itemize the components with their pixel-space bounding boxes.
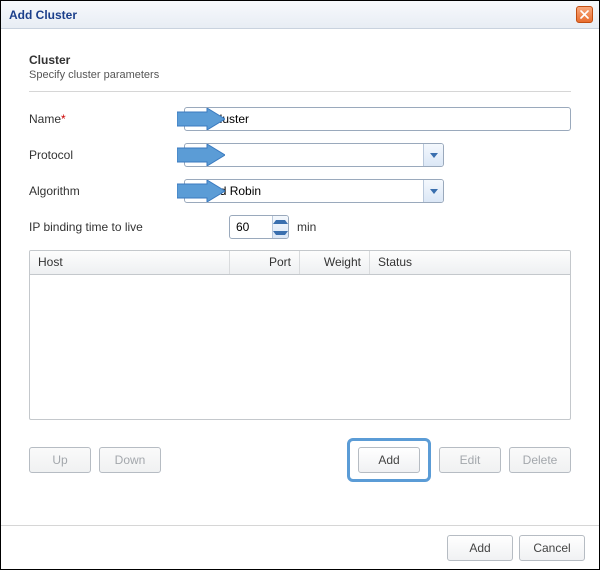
col-port[interactable]: Port <box>230 251 300 274</box>
ttl-up-button[interactable] <box>273 216 288 227</box>
chevron-down-icon <box>430 189 438 194</box>
col-host[interactable]: Host <box>30 251 230 274</box>
row-name: Name* <box>29 106 571 132</box>
footer-cancel-button[interactable]: Cancel <box>519 535 585 561</box>
add-cluster-dialog: Add Cluster Cluster Specify cluster para… <box>0 0 600 570</box>
name-input[interactable] <box>184 107 571 131</box>
section-subheading: Specify cluster parameters <box>29 69 571 81</box>
algorithm-dropdown-button[interactable] <box>423 180 443 202</box>
table-body <box>30 275 570 419</box>
footer-add-button[interactable]: Add <box>447 535 513 561</box>
ttl-spinner[interactable] <box>229 215 289 239</box>
col-weight[interactable]: Weight <box>300 251 370 274</box>
up-button[interactable]: Up <box>29 447 91 473</box>
ttl-label: IP binding time to live <box>29 220 229 234</box>
dialog-title: Add Cluster <box>9 8 77 22</box>
ttl-down-button[interactable] <box>273 227 288 238</box>
algorithm-value[interactable] <box>184 179 444 203</box>
chevron-down-icon <box>273 231 288 235</box>
delete-button[interactable]: Delete <box>509 447 571 473</box>
hosts-table: Host Port Weight Status <box>29 250 571 420</box>
protocol-label: Protocol <box>29 148 184 162</box>
protocol-select[interactable] <box>184 143 444 167</box>
protocol-dropdown-button[interactable] <box>423 144 443 166</box>
row-protocol: Protocol <box>29 142 571 168</box>
edit-button[interactable]: Edit <box>439 447 501 473</box>
chevron-down-icon <box>430 153 438 158</box>
table-header: Host Port Weight Status <box>30 251 570 275</box>
dialog-footer: Add Cancel <box>1 525 599 569</box>
col-status[interactable]: Status <box>370 251 570 274</box>
table-buttons: Up Down Add Edit Delete <box>29 438 571 482</box>
titlebar: Add Cluster <box>1 1 599 29</box>
row-algorithm: Algorithm <box>29 178 571 204</box>
protocol-value[interactable] <box>184 143 444 167</box>
algorithm-label: Algorithm <box>29 184 184 198</box>
dialog-content: Cluster Specify cluster parameters Name*… <box>1 29 599 482</box>
table-add-button[interactable]: Add <box>358 447 420 473</box>
add-button-highlight: Add <box>347 438 431 482</box>
row-ttl: IP binding time to live min <box>29 214 571 240</box>
name-label: Name* <box>29 112 184 126</box>
ttl-spinner-buttons <box>272 216 288 238</box>
close-icon <box>580 10 589 19</box>
section-heading: Cluster <box>29 53 571 67</box>
divider <box>29 91 571 92</box>
algorithm-select[interactable] <box>184 179 444 203</box>
close-button[interactable] <box>576 6 593 23</box>
ttl-unit: min <box>297 220 316 234</box>
down-button[interactable]: Down <box>99 447 161 473</box>
chevron-up-icon <box>273 220 288 224</box>
